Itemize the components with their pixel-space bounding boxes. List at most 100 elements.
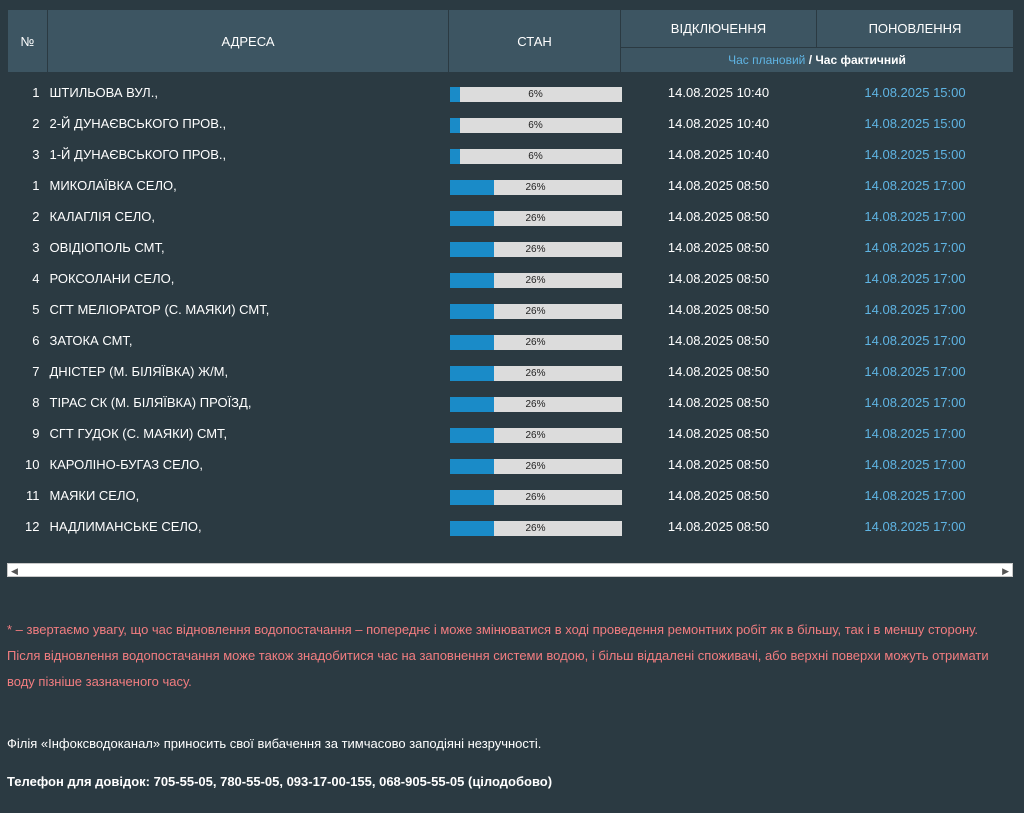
restoration-notice: * – звертаємо увагу, що час відновлення … <box>7 622 989 689</box>
progress-bar: 26% <box>449 427 622 443</box>
row-state: 26% <box>449 263 622 294</box>
progress-bar: 6% <box>449 86 622 102</box>
row-number: 5 <box>32 302 40 317</box>
progress-bar: 26% <box>449 210 622 226</box>
row-state: 26% <box>449 418 622 449</box>
row-disconnection-time: 14.08.2025 08:50 <box>667 178 770 193</box>
row-restoration-time: 14.08.2025 17:00 <box>864 271 966 286</box>
row-address: МАЯКИ СЕЛО, <box>49 488 140 503</box>
row-disconnection-time: 14.08.2025 10:40 <box>667 116 770 131</box>
col-header-number: № <box>7 9 48 73</box>
table-row: 4 РОКСОЛАНИ СЕЛО, 26% 14.08.2025 08:50 14.08… <box>8 263 1014 294</box>
row-disconnection-time: 14.08.2025 08:50 <box>667 457 770 472</box>
progress-label: 6% <box>528 150 543 162</box>
row-disconnection-time: 14.08.2025 10:40 <box>667 147 770 162</box>
row-restoration-time: 14.08.2025 17:00 <box>864 426 966 441</box>
row-address: МИКОЛАЇВКА СЕЛО, <box>49 178 177 193</box>
time-legend: Час плановий / Час фактичний <box>620 47 1014 73</box>
progress-label: 26% <box>525 212 546 224</box>
scroll-left-arrow-icon[interactable]: ◀ <box>11 565 18 577</box>
row-disconnection-time: 14.08.2025 08:50 <box>667 426 770 441</box>
row-number: 10 <box>25 457 40 472</box>
progress-bar: 26% <box>449 303 622 319</box>
row-address: НАДЛИМАНСЬКЕ СЕЛО, <box>49 519 202 534</box>
row-state: 6% <box>449 73 622 109</box>
outage-table-container: № АДРЕСА СТАН ВІДКЛЮЧЕННЯ ПОНОВЛЕННЯ Час… <box>7 9 1014 542</box>
row-state: 26% <box>449 480 622 511</box>
row-number: 1 <box>32 85 40 100</box>
progress-label: 6% <box>528 119 543 131</box>
table-row: 11 МАЯКИ СЕЛО, 26% 14.08.2025 08:50 14.08.20… <box>8 480 1014 511</box>
row-state: 26% <box>449 387 622 418</box>
row-state: 26% <box>449 511 622 542</box>
table-row: 8 ТІРАС СК (М. БІЛЯЇВКА) ПРОЇЗД, 26% 14.08.… <box>8 387 1014 418</box>
row-number: 2 <box>32 209 40 224</box>
row-address: ШТИЛЬОВА ВУЛ., <box>49 85 158 100</box>
apology-text: Філія «Інфоксводоканал» приносить свої в… <box>7 736 542 751</box>
table-row: 9 СГТ ГУДОК (С. МАЯКИ) СМТ, 26% 14.08.2025 … <box>8 418 1014 449</box>
row-disconnection-time: 14.08.2025 08:50 <box>667 209 770 224</box>
row-disconnection-time: 14.08.2025 08:50 <box>667 302 770 317</box>
table-row: 2 КАЛАГЛІЯ СЕЛО, 26% 14.08.2025 08:50 14.08.… <box>8 201 1014 232</box>
progress-label: 26% <box>525 398 546 410</box>
table-row: 6 ЗАТОКА СМТ, 26% 14.08.2025 08:50 14.08.202… <box>8 325 1014 356</box>
table-row: 5 СГТ МЕЛІОРАТОР (С. МАЯКИ) СМТ, 26% 14.08.… <box>8 294 1014 325</box>
row-disconnection-time: 14.08.2025 08:50 <box>667 395 770 410</box>
row-address: 2-Й ДУНАЄВСЬКОГО ПРОВ., <box>49 116 227 131</box>
time-separator: / <box>805 53 816 67</box>
row-state: 26% <box>449 356 622 387</box>
planned-time-label: Час плановий <box>728 53 806 67</box>
row-address: 1-Й ДУНАЄВСЬКОГО ПРОВ., <box>49 147 227 162</box>
progress-label: 26% <box>525 491 546 503</box>
table-row: 2 2-Й ДУНАЄВСЬКОГО ПРОВ., 6% 14.08.2025 10:… <box>8 108 1014 139</box>
row-number: 7 <box>32 364 40 379</box>
row-number: 4 <box>32 271 40 286</box>
row-disconnection-time: 14.08.2025 08:50 <box>667 333 770 348</box>
progress-label: 26% <box>525 181 546 193</box>
row-number: 11 <box>26 488 40 503</box>
row-disconnection-time: 14.08.2025 08:50 <box>667 519 770 534</box>
phone-info: Телефон для довідок: 705-55-05, 780-55-0… <box>7 774 553 789</box>
row-restoration-time: 14.08.2025 17:00 <box>864 333 966 348</box>
row-number: 3 <box>32 147 40 162</box>
progress-label: 6% <box>528 88 543 100</box>
row-disconnection-time: 14.08.2025 08:50 <box>667 271 770 286</box>
row-restoration-time: 14.08.2025 17:00 <box>864 240 966 255</box>
progress-bar: 26% <box>449 272 622 288</box>
progress-bar: 26% <box>449 458 622 474</box>
row-number: 3 <box>32 240 40 255</box>
progress-bar: 26% <box>449 489 622 505</box>
scroll-right-arrow-icon[interactable]: ▶ <box>1002 565 1009 577</box>
progress-label: 26% <box>525 522 546 534</box>
row-number: 2 <box>32 116 40 131</box>
col-header-disconnection: ВІДКЛЮЧЕННЯ <box>620 9 817 48</box>
row-disconnection-time: 14.08.2025 10:40 <box>667 85 770 100</box>
row-state: 26% <box>449 170 622 201</box>
progress-label: 26% <box>525 460 546 472</box>
row-restoration-time: 14.08.2025 17:00 <box>864 302 966 317</box>
row-number: 8 <box>32 395 40 410</box>
horizontal-scrollbar[interactable]: ◀ ▶ <box>7 563 1013 577</box>
outage-table: № АДРЕСА СТАН ВІДКЛЮЧЕННЯ ПОНОВЛЕННЯ Час… <box>7 9 1014 542</box>
row-number: 6 <box>32 333 40 348</box>
row-restoration-time: 14.08.2025 15:00 <box>864 116 966 131</box>
row-state: 26% <box>449 325 622 356</box>
row-restoration-time: 14.08.2025 15:00 <box>864 147 966 162</box>
row-address: ЗАТОКА СМТ, <box>49 333 133 348</box>
table-row: 1 ШТИЛЬОВА ВУЛ., 6% 14.08.2025 10:40 14.08.2… <box>8 73 1014 109</box>
row-restoration-time: 14.08.2025 17:00 <box>864 209 966 224</box>
row-restoration-time: 14.08.2025 17:00 <box>864 488 966 503</box>
progress-bar: 26% <box>449 241 622 257</box>
table-row: 1 МИКОЛАЇВКА СЕЛО, 26% 14.08.2025 08:50 14.0… <box>8 170 1014 201</box>
row-restoration-time: 14.08.2025 17:00 <box>864 395 966 410</box>
row-address: ОВІДІОПОЛЬ СМТ, <box>49 240 165 255</box>
row-state: 26% <box>449 201 622 232</box>
progress-label: 26% <box>525 305 546 317</box>
row-number: 9 <box>32 426 40 441</box>
progress-label: 26% <box>525 274 546 286</box>
row-state: 26% <box>449 294 622 325</box>
row-disconnection-time: 14.08.2025 08:50 <box>667 364 770 379</box>
table-row: 7 ДНІСТЕР (М. БІЛЯЇВКА) Ж/М, 26% 14.08.2025… <box>8 356 1014 387</box>
table-row: 12 НАДЛИМАНСЬКЕ СЕЛО, 26% 14.08.2025 08:50 1… <box>8 511 1014 542</box>
row-address: СГТ МЕЛІОРАТОР (С. МАЯКИ) СМТ, <box>49 302 270 317</box>
